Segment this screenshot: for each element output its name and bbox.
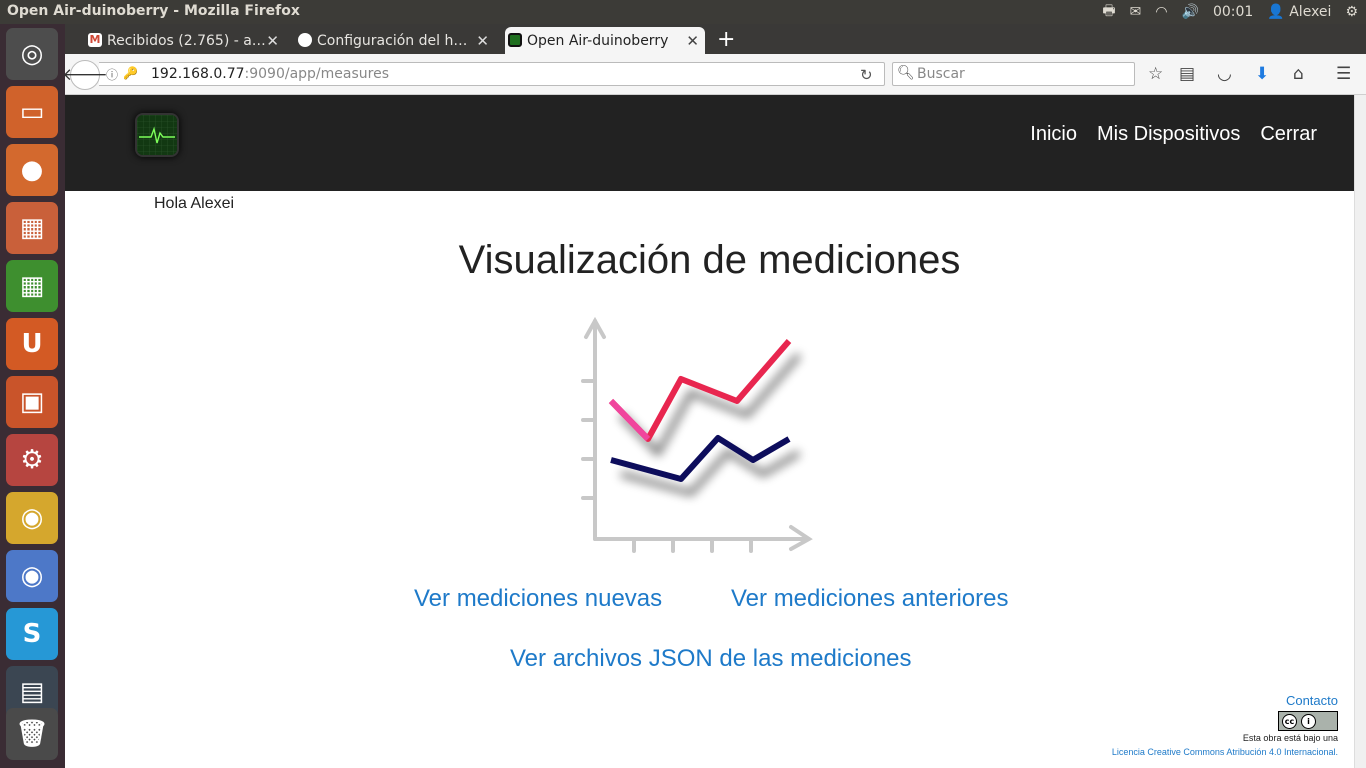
close-icon[interactable]: ✕ (686, 32, 699, 50)
dash-home-glyph-icon: ◎ (20, 39, 44, 69)
link-new-measures[interactable]: Ver mediciones nuevas (414, 585, 662, 613)
back-arrow-icon: 🡐 (62, 65, 108, 85)
launcher-libreoffice-calc-icon[interactable]: ▦ (6, 260, 58, 312)
url-text[interactable]: 192.168.0.77:9090/app/measures (151, 66, 389, 82)
line-chart-illustration (581, 316, 813, 553)
github-icon (298, 33, 312, 47)
wifi-icon[interactable]: ◠ (1155, 4, 1167, 20)
gmail-icon: M (88, 33, 102, 47)
reload-icon[interactable]: ↻ (860, 66, 873, 84)
window-title: Open Air-duinoberry - Mozilla Firefox (7, 3, 300, 19)
clock[interactable]: 00:01 (1213, 4, 1253, 20)
cc-logo-icon: cc (1282, 713, 1297, 729)
greeting-text: Hola Alexei (154, 195, 235, 212)
reading-list-icon[interactable]: ▤ (1179, 64, 1195, 84)
search-icon: 🔍︎ (897, 65, 915, 81)
tab-gmail[interactable]: M Recibidos (2.765) - a… ✕ (85, 27, 285, 54)
site-logo[interactable] (135, 113, 179, 157)
heartbeat-monitor-icon (137, 115, 177, 155)
skype-glyph-icon: S (22, 619, 42, 649)
menu-icon[interactable]: ☰ (1336, 64, 1351, 84)
nav-link-mis-dispositivos[interactable]: Mis Dispositivos (1097, 123, 1240, 146)
unity-launcher: ◎ ▭ ● ▦ ▦ U ▣ ⚙ ◉ ◉ S ▤ 🗑 (0, 24, 65, 768)
system-top-panel: Open Air-duinoberry - Mozilla Firefox 🖶 … (0, 0, 1366, 24)
cc-by-icon: i (1301, 713, 1316, 729)
launcher-software-center-icon[interactable]: ▣ (6, 376, 58, 428)
user-icon: 👤 (1267, 4, 1285, 20)
navigation-toolbar: ⓘ 🔑 192.168.0.77:9090/app/measures 🡐 ↻ 🔍… (62, 54, 1366, 95)
mail-icon[interactable]: ✉ (1130, 4, 1142, 20)
firefox-glyph-icon: ● (20, 155, 44, 185)
libreoffice-impress-glyph-icon: ▦ (19, 213, 45, 243)
site-nav-links: Inicio Mis Dispositivos Cerrar (1030, 123, 1317, 146)
tab-open-air[interactable]: Open Air-duinoberry ✕ (505, 27, 705, 54)
download-icon[interactable]: ⬇ (1255, 64, 1269, 84)
url-bar[interactable]: ⓘ 🔑 192.168.0.77:9090/app/measures (99, 62, 885, 86)
home-icon[interactable]: ⌂ (1293, 64, 1304, 84)
search-placeholder: Buscar (917, 66, 965, 82)
volume-icon[interactable]: 🔊 (1182, 4, 1199, 20)
creative-commons-badge[interactable]: cc i (1278, 711, 1338, 731)
launcher-firefox-icon[interactable]: ● (6, 144, 58, 196)
site-favicon-icon (508, 33, 522, 47)
tab-label: Open Air-duinoberry (527, 32, 669, 49)
pocket-icon[interactable]: ◡ (1217, 64, 1232, 84)
trash-glyph-icon: 🗑 (15, 719, 49, 749)
bookmark-star-icon[interactable]: ☆ (1148, 64, 1163, 84)
launcher-dash-home-icon[interactable]: ◎ (6, 28, 58, 80)
web-page: Inicio Mis Dispositivos Cerrar Hola Alex… (65, 95, 1354, 768)
back-button[interactable]: 🡐 (62, 60, 108, 90)
launcher-files-icon[interactable]: ▭ (6, 86, 58, 138)
launcher-trash-icon[interactable]: 🗑 (6, 708, 58, 760)
chrome-glyph-icon: ◉ (20, 503, 44, 533)
footer-text: Esta obra está bajo una (1242, 733, 1338, 743)
close-icon[interactable]: ✕ (476, 32, 489, 50)
footer-contact-link[interactable]: Contacto (1286, 693, 1338, 708)
system-settings-glyph-icon: ⚙ (20, 445, 44, 475)
libreoffice-calc-glyph-icon: ▦ (19, 271, 45, 301)
url-host: 192.168.0.77 (151, 66, 245, 82)
tab-label: Recibidos (2.765) - a… (107, 32, 266, 49)
key-icon: 🔑 (123, 66, 138, 80)
nav-link-cerrar[interactable]: Cerrar (1260, 123, 1317, 146)
nav-link-inicio[interactable]: Inicio (1030, 123, 1077, 146)
page-title: Visualización de mediciones (458, 238, 961, 282)
software-center-glyph-icon: ▣ (19, 387, 45, 417)
power-gear-icon[interactable]: ⚙ (1345, 4, 1358, 20)
info-icon[interactable]: ⓘ (106, 66, 118, 83)
launcher-chrome-icon[interactable]: ◉ (6, 492, 58, 544)
new-tab-plus-icon[interactable]: + (717, 27, 735, 52)
chromium-glyph-icon: ◉ (20, 561, 44, 591)
link-json-files[interactable]: Ver archivos JSON de las mediciones (510, 645, 912, 673)
tab-bar: M Recibidos (2.765) - a… ✕ Configuración… (65, 24, 1366, 54)
close-icon[interactable]: ✕ (266, 32, 279, 50)
launcher-ubuntu-one-icon[interactable]: U (6, 318, 58, 370)
launcher-system-settings-icon[interactable]: ⚙ (6, 434, 58, 486)
files-glyph-icon: ▭ (19, 97, 45, 127)
document-viewer-glyph-icon: ▤ (19, 677, 45, 707)
launcher-libreoffice-impress-icon[interactable]: ▦ (6, 202, 58, 254)
launcher-chromium-icon[interactable]: ◉ (6, 550, 58, 602)
launcher-skype-icon[interactable]: S (6, 608, 58, 660)
search-input[interactable]: 🔍︎ Buscar (892, 62, 1135, 86)
tab-label: Configuración del h… (317, 32, 468, 49)
page-scrollbar[interactable] (1354, 95, 1366, 768)
printer-icon[interactable]: 🖶 (1102, 0, 1115, 24)
user-name: Alexei (1289, 4, 1332, 20)
link-previous-measures[interactable]: Ver mediciones anteriores (731, 585, 1008, 613)
tab-github[interactable]: Configuración del h… ✕ (295, 27, 495, 54)
url-path: :9090/app/measures (244, 66, 389, 82)
system-tray: 🖶 ✉ ◠ 🔊 00:01 👤 Alexei ⚙ (1102, 0, 1358, 24)
footer-license-link[interactable]: Licencia Creative Commons Atribución 4.0… (1112, 747, 1338, 757)
site-navbar: Inicio Mis Dispositivos Cerrar (65, 95, 1354, 191)
ubuntu-one-glyph-icon: U (21, 329, 43, 359)
user-menu[interactable]: 👤 Alexei (1267, 4, 1331, 20)
